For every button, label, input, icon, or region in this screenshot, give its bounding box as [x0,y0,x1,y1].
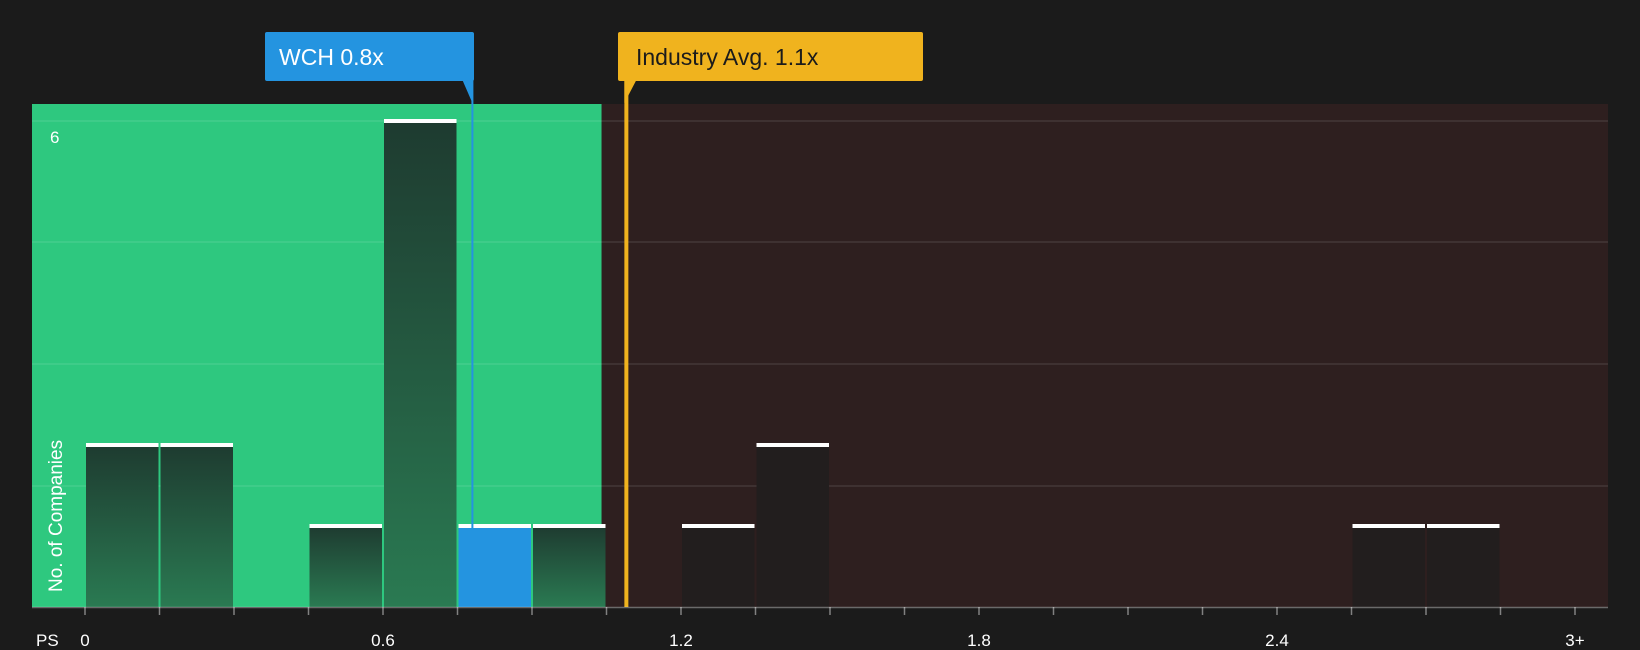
bar-cap [756,443,829,447]
bar-cap [1427,524,1500,528]
bar-cap [86,443,159,447]
histogram-bar [1352,526,1425,607]
x-tick-label: 0 [80,631,89,650]
bar-cap [1352,524,1425,528]
bar-cap [309,524,382,528]
x-tick-label: 1.8 [967,631,991,650]
ps-distribution-chart: 0 0.6 1.2 1.8 2.4 3+ PS 6 No. of Companies WCH 0… [32,32,1608,650]
company-callout-pointer [462,80,473,103]
x-axis-label: PS [36,631,59,650]
histogram-bar [458,526,531,607]
bar-cap [458,524,531,528]
x-tick-label: 0.6 [371,631,395,650]
bar-cap [682,524,755,528]
histogram-bar [756,445,829,607]
x-tick-label: 1.2 [669,631,693,650]
y-tick-label: 6 [50,128,59,147]
histogram-bar [533,526,606,607]
bar-cap [384,119,457,123]
industry-callout-pointer [624,80,637,103]
histogram-bar [86,445,159,607]
bar-cap [533,524,606,528]
histogram-bar [384,121,457,607]
bar-cap [160,443,233,447]
y-axis-label: No. of Companies [46,440,67,592]
histogram-bar [682,526,755,607]
x-tick-label: 2.4 [1265,631,1289,650]
company-callout-label: WCH 0.8x [279,44,384,70]
x-tick-label: 3+ [1565,631,1584,650]
industry-callout-label: Industry Avg. 1.1x [636,44,819,70]
histogram-bar [1427,526,1500,607]
histogram-bar [160,445,233,607]
histogram-bar [309,526,382,607]
